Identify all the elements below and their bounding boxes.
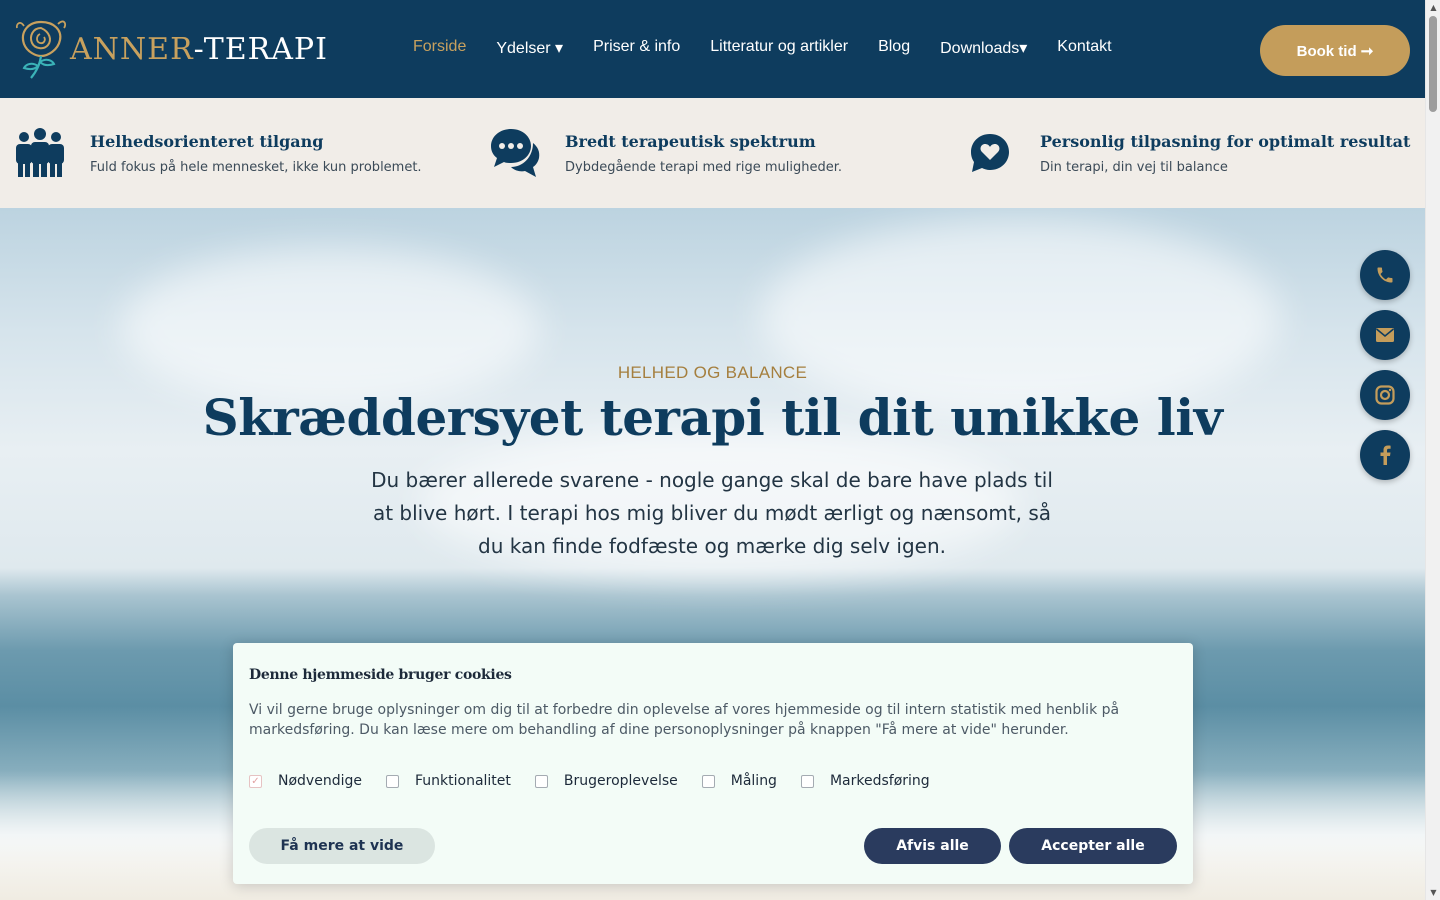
learn-more-button[interactable]: Få mere at vide (249, 828, 435, 864)
feature-title: Helhedsorienteret tilgang (90, 131, 324, 151)
chat-bubbles-icon (489, 127, 541, 179)
features-strip: Helhedsorienteret tilgang Fuld fokus på … (0, 98, 1425, 208)
phone-icon (1377, 267, 1393, 283)
feature-title: Bredt terapeutisk spektrum (565, 131, 816, 151)
option-functionality[interactable]: Funktionalitet (385, 773, 511, 789)
cloud (120, 248, 540, 408)
facebook-icon (1380, 445, 1391, 465)
hero-title: Skræddersyet terapi til dit unikke liv (202, 388, 1223, 447)
feature-personal: Personlig tilpasning for optimalt result… (964, 98, 1410, 208)
cookie-body: Vi vil gerne bruge oplysninger om dig ti… (249, 702, 1120, 738)
scrollbar[interactable]: ▲ ▼ (1425, 0, 1440, 900)
nav-forside[interactable]: Forside (413, 38, 466, 58)
feature-subtitle: Dybdegående terapi med rige muligheder. (565, 159, 842, 175)
option-label: Markedsføring (829, 773, 930, 789)
option-label: Brugeroplevelse (563, 773, 678, 789)
option-marketing[interactable]: Markedsføring (800, 773, 930, 789)
hero-text: Du bærer allerede svarene - nogle gange … (371, 468, 1053, 558)
checkbox-functionality[interactable] (385, 774, 399, 788)
scroll-up-arrow-icon[interactable]: ▲ (1429, 3, 1438, 12)
phone-button[interactable] (1360, 250, 1410, 300)
feature-subtitle: Din terapi, din vej til balance (1040, 159, 1228, 175)
option-label: Nødvendige (278, 773, 362, 789)
checkbox-user-experience[interactable] (534, 774, 548, 788)
feature-holistic: Helhedsorienteret tilgang Fuld fokus på … (14, 98, 422, 208)
scroll-down-arrow-icon[interactable]: ▼ (1429, 888, 1438, 897)
option-necessary[interactable]: ✓ Nødvendige (249, 773, 362, 789)
logo-text: ANNER-TERAPI (70, 32, 328, 67)
nav-litteratur[interactable]: Litteratur og artikler (710, 38, 848, 58)
scroll-thumb[interactable] (1429, 16, 1437, 112)
option-user-experience[interactable]: Brugeroplevelse (534, 773, 678, 789)
instagram-icon (1375, 385, 1395, 405)
checkmark-icon: ✓ (251, 775, 260, 787)
nav-ydelser[interactable]: Ydelser ▾ (496, 38, 563, 58)
feature-subtitle: Fuld fokus på hele mennesket, ikke kun p… (90, 159, 422, 175)
mail-button[interactable] (1360, 310, 1410, 360)
logo[interactable]: ANNER-TERAPI (14, 14, 328, 82)
cookie-title: Denne hjemmeside bruger cookies (249, 667, 512, 683)
main-nav: Forside Ydelser ▾ Priser & info Litterat… (413, 38, 1112, 58)
logo-text-a: ANNER (70, 31, 194, 67)
checkbox-necessary[interactable]: ✓ (249, 774, 262, 788)
group-icon (14, 127, 66, 179)
feature-title: Personlig tilpasning for optimalt result… (1040, 131, 1411, 151)
checkbox-marketing[interactable] (800, 774, 814, 788)
rose-logo-icon (15, 20, 67, 79)
site-header: ANNER-TERAPI Forside Ydelser ▾ Priser & … (0, 0, 1425, 98)
cookie-banner: Denne hjemmeside bruger cookies Vi vil g… (233, 643, 1193, 884)
checkbox-measurement[interactable] (701, 774, 715, 788)
book-button[interactable]: Book tid ➞ (1260, 25, 1410, 76)
option-label: Funktionalitet (414, 773, 511, 789)
option-measurement[interactable]: Måling (701, 773, 777, 789)
accept-all-button[interactable]: Accepter alle (1009, 828, 1177, 864)
heart-bubble-icon (964, 127, 1016, 179)
logo-text-b: -TERAPI (193, 31, 328, 67)
facebook-button[interactable] (1360, 430, 1410, 480)
nav-blog[interactable]: Blog (878, 38, 910, 58)
mail-icon (1375, 328, 1395, 342)
nav-priser[interactable]: Priser & info (593, 38, 680, 58)
option-label: Måling (730, 773, 777, 789)
cookie-options: ✓ Nødvendige Funktionalitet Brugeropleve… (249, 773, 954, 789)
reject-all-button[interactable]: Afvis alle (864, 828, 1001, 864)
feature-spectrum: Bredt terapeutisk spektrum Dybdegående t… (489, 98, 842, 208)
nav-downloads[interactable]: Downloads▾ (940, 38, 1027, 58)
nav-kontakt[interactable]: Kontakt (1057, 38, 1111, 58)
hero-eyebrow: HELHED OG BALANCE (617, 363, 808, 382)
instagram-button[interactable] (1360, 370, 1410, 420)
